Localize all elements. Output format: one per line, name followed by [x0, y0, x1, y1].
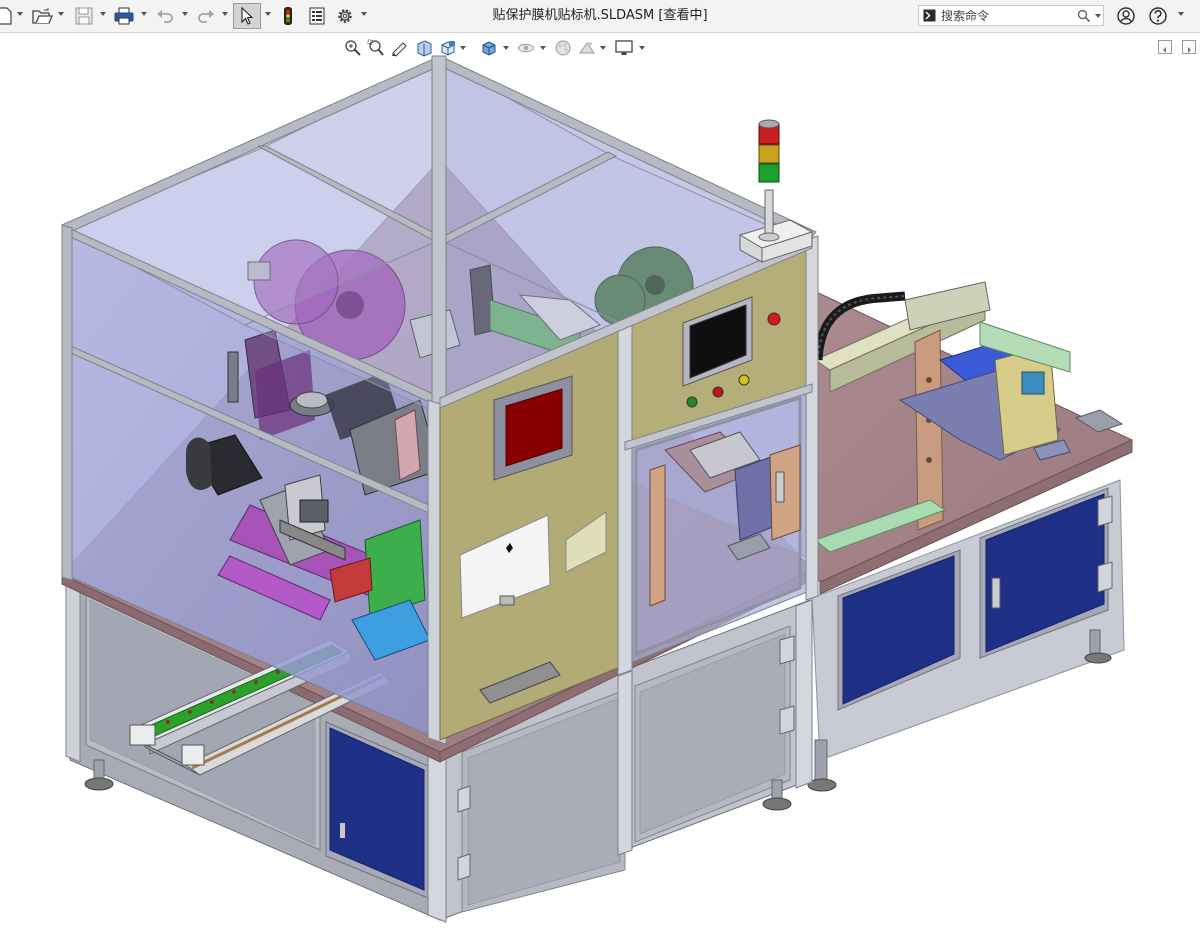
options-dropdown-arrow[interactable]	[361, 12, 367, 16]
zoom-to-fit-icon	[345, 40, 361, 56]
new-dropdown-arrow[interactable]	[17, 12, 23, 16]
account-button[interactable]	[1114, 4, 1138, 28]
display-style-button[interactable]	[478, 36, 500, 60]
save-icon	[75, 7, 93, 25]
graphics-area-viewport[interactable]	[0, 33, 1200, 929]
redo-dropdown-arrow[interactable]	[222, 12, 228, 16]
apply-scene-dropdown-arrow[interactable]	[600, 46, 606, 50]
zoom-to-fit-button[interactable]	[343, 36, 363, 60]
new-document-icon	[0, 7, 12, 25]
options-button[interactable]	[333, 4, 357, 28]
print-dropdown-arrow[interactable]	[141, 12, 147, 16]
redo-icon	[198, 10, 214, 23]
previous-view-button[interactable]	[390, 36, 410, 60]
hide-show-items-button[interactable]	[516, 36, 536, 60]
view-orientation-icon	[441, 41, 455, 56]
search-box[interactable]	[918, 5, 1104, 26]
apply-scene-button[interactable]	[577, 36, 597, 60]
undo-icon	[157, 10, 173, 23]
window-title: 贴保护膜机贴标机.SLDASM [查看中]	[492, 8, 708, 23]
view-orientation-dropdown-arrow[interactable]	[460, 46, 466, 50]
search-icon[interactable]	[1077, 9, 1091, 23]
redo-button[interactable]	[194, 4, 218, 28]
help-icon	[1149, 7, 1167, 25]
section-view-icon	[417, 40, 432, 57]
help-dropdown-arrow[interactable]	[1178, 12, 1184, 16]
undo-dropdown-arrow[interactable]	[182, 12, 188, 16]
search-input[interactable]	[941, 7, 1071, 24]
file-properties-icon	[309, 7, 325, 25]
rebuild-button[interactable]	[278, 4, 298, 28]
open-button[interactable]	[30, 4, 54, 28]
new-document-button[interactable]	[0, 4, 14, 28]
hide-show-dropdown-arrow[interactable]	[540, 46, 546, 50]
undo-button[interactable]	[153, 4, 177, 28]
save-button[interactable]	[72, 4, 96, 28]
rebuild-traffic-light-icon	[284, 7, 292, 25]
expand-arrow-icon	[1188, 47, 1191, 53]
print-button[interactable]	[112, 4, 136, 28]
collapse-arrow-icon	[1163, 47, 1166, 53]
command-prompt-icon	[923, 9, 936, 22]
edit-appearance-icon	[555, 40, 571, 56]
machine-assembly-model[interactable]	[61, 55, 1134, 923]
edit-appearance-button[interactable]	[553, 36, 573, 60]
expand-task-pane-button[interactable]	[1158, 40, 1172, 54]
select-cursor-icon	[241, 6, 254, 25]
view-settings-monitor-icon	[615, 40, 633, 55]
section-view-button[interactable]	[414, 36, 434, 60]
open-folder-icon	[32, 8, 53, 24]
zoom-to-area-button[interactable]	[366, 36, 386, 60]
apply-scene-icon	[579, 42, 595, 54]
view-settings-button[interactable]	[613, 36, 635, 60]
hide-show-items-eye-icon	[517, 43, 535, 53]
save-dropdown-arrow[interactable]	[100, 12, 106, 16]
view-settings-dropdown-arrow[interactable]	[639, 46, 645, 50]
select-button[interactable]	[233, 3, 261, 29]
view-orientation-button[interactable]	[438, 36, 458, 60]
help-button[interactable]	[1146, 4, 1170, 28]
expand-side-pane-button[interactable]	[1182, 40, 1196, 54]
search-dropdown-arrow[interactable]	[1095, 14, 1101, 18]
zoom-to-area-icon	[367, 39, 384, 56]
user-account-icon	[1117, 7, 1135, 25]
right-labeling-unit	[807, 281, 1134, 792]
print-icon	[114, 7, 134, 25]
previous-view-icon	[392, 42, 407, 57]
file-properties-button[interactable]	[305, 4, 329, 28]
gear-icon	[338, 9, 352, 23]
signal-tower	[738, 119, 814, 263]
open-dropdown-arrow[interactable]	[58, 12, 64, 16]
display-style-dropdown-arrow[interactable]	[503, 46, 509, 50]
select-dropdown-arrow[interactable]	[265, 12, 271, 16]
display-style-icon	[482, 41, 496, 56]
